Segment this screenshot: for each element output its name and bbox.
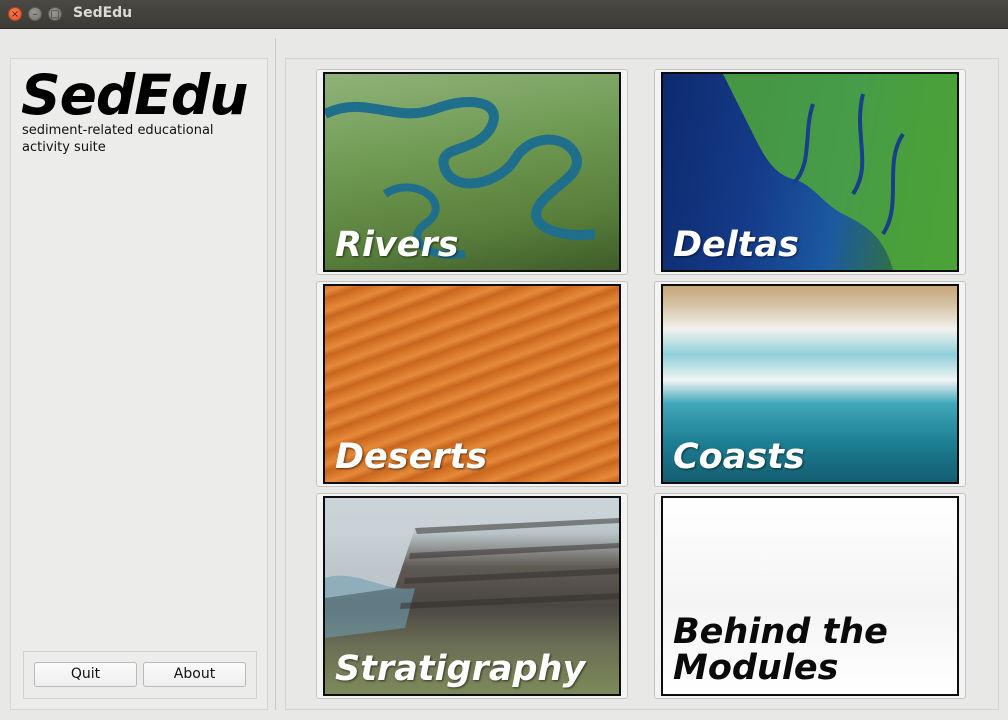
coasts-image: Coasts [661,284,959,484]
sidebar-panel: SedEdu sediment-related educational acti… [10,58,268,710]
stratigraphy-image: Stratigraphy [323,496,621,696]
module-label: Deserts [335,437,488,477]
panel-divider [275,38,276,710]
module-label: Stratigraphy [335,649,586,689]
module-deltas-button[interactable]: Deltas [654,69,966,275]
rivers-image: Rivers [323,72,621,272]
module-rivers-button[interactable]: Rivers [316,69,628,275]
close-window-icon[interactable]: × [8,7,22,21]
module-behind-the-modules-button[interactable]: Behind the Modules [654,493,966,699]
module-label: Deltas [673,225,799,265]
minimize-window-icon[interactable]: – [28,7,42,21]
app-subtitle: sediment-related educational activity su… [22,123,214,155]
about-button[interactable]: About [143,662,246,687]
title-bar: × – □ SedEdu [0,0,1008,29]
module-label-line2: Modules [673,648,839,688]
module-deserts-button[interactable]: Deserts [316,281,628,487]
module-grid: Rivers Deltas Deserts Coasts Stratigraph… [285,58,999,710]
quit-button[interactable]: Quit [34,662,137,687]
module-label: Coasts [673,437,805,477]
module-stratigraphy-button[interactable]: Stratigraphy [316,493,628,699]
button-group: Quit About [23,651,257,699]
maximize-window-icon[interactable]: □ [48,7,62,21]
module-coasts-button[interactable]: Coasts [654,281,966,487]
deserts-image: Deserts [323,284,621,484]
module-label: Behind the Modules [673,614,888,686]
deltas-image: Deltas [661,72,959,272]
module-label: Rivers [335,225,459,265]
window-title: SedEdu [73,5,133,21]
app-logo: SedEdu [21,63,248,127]
behind-the-modules-image: Behind the Modules [661,496,959,696]
module-label-line1: Behind the [673,612,888,652]
